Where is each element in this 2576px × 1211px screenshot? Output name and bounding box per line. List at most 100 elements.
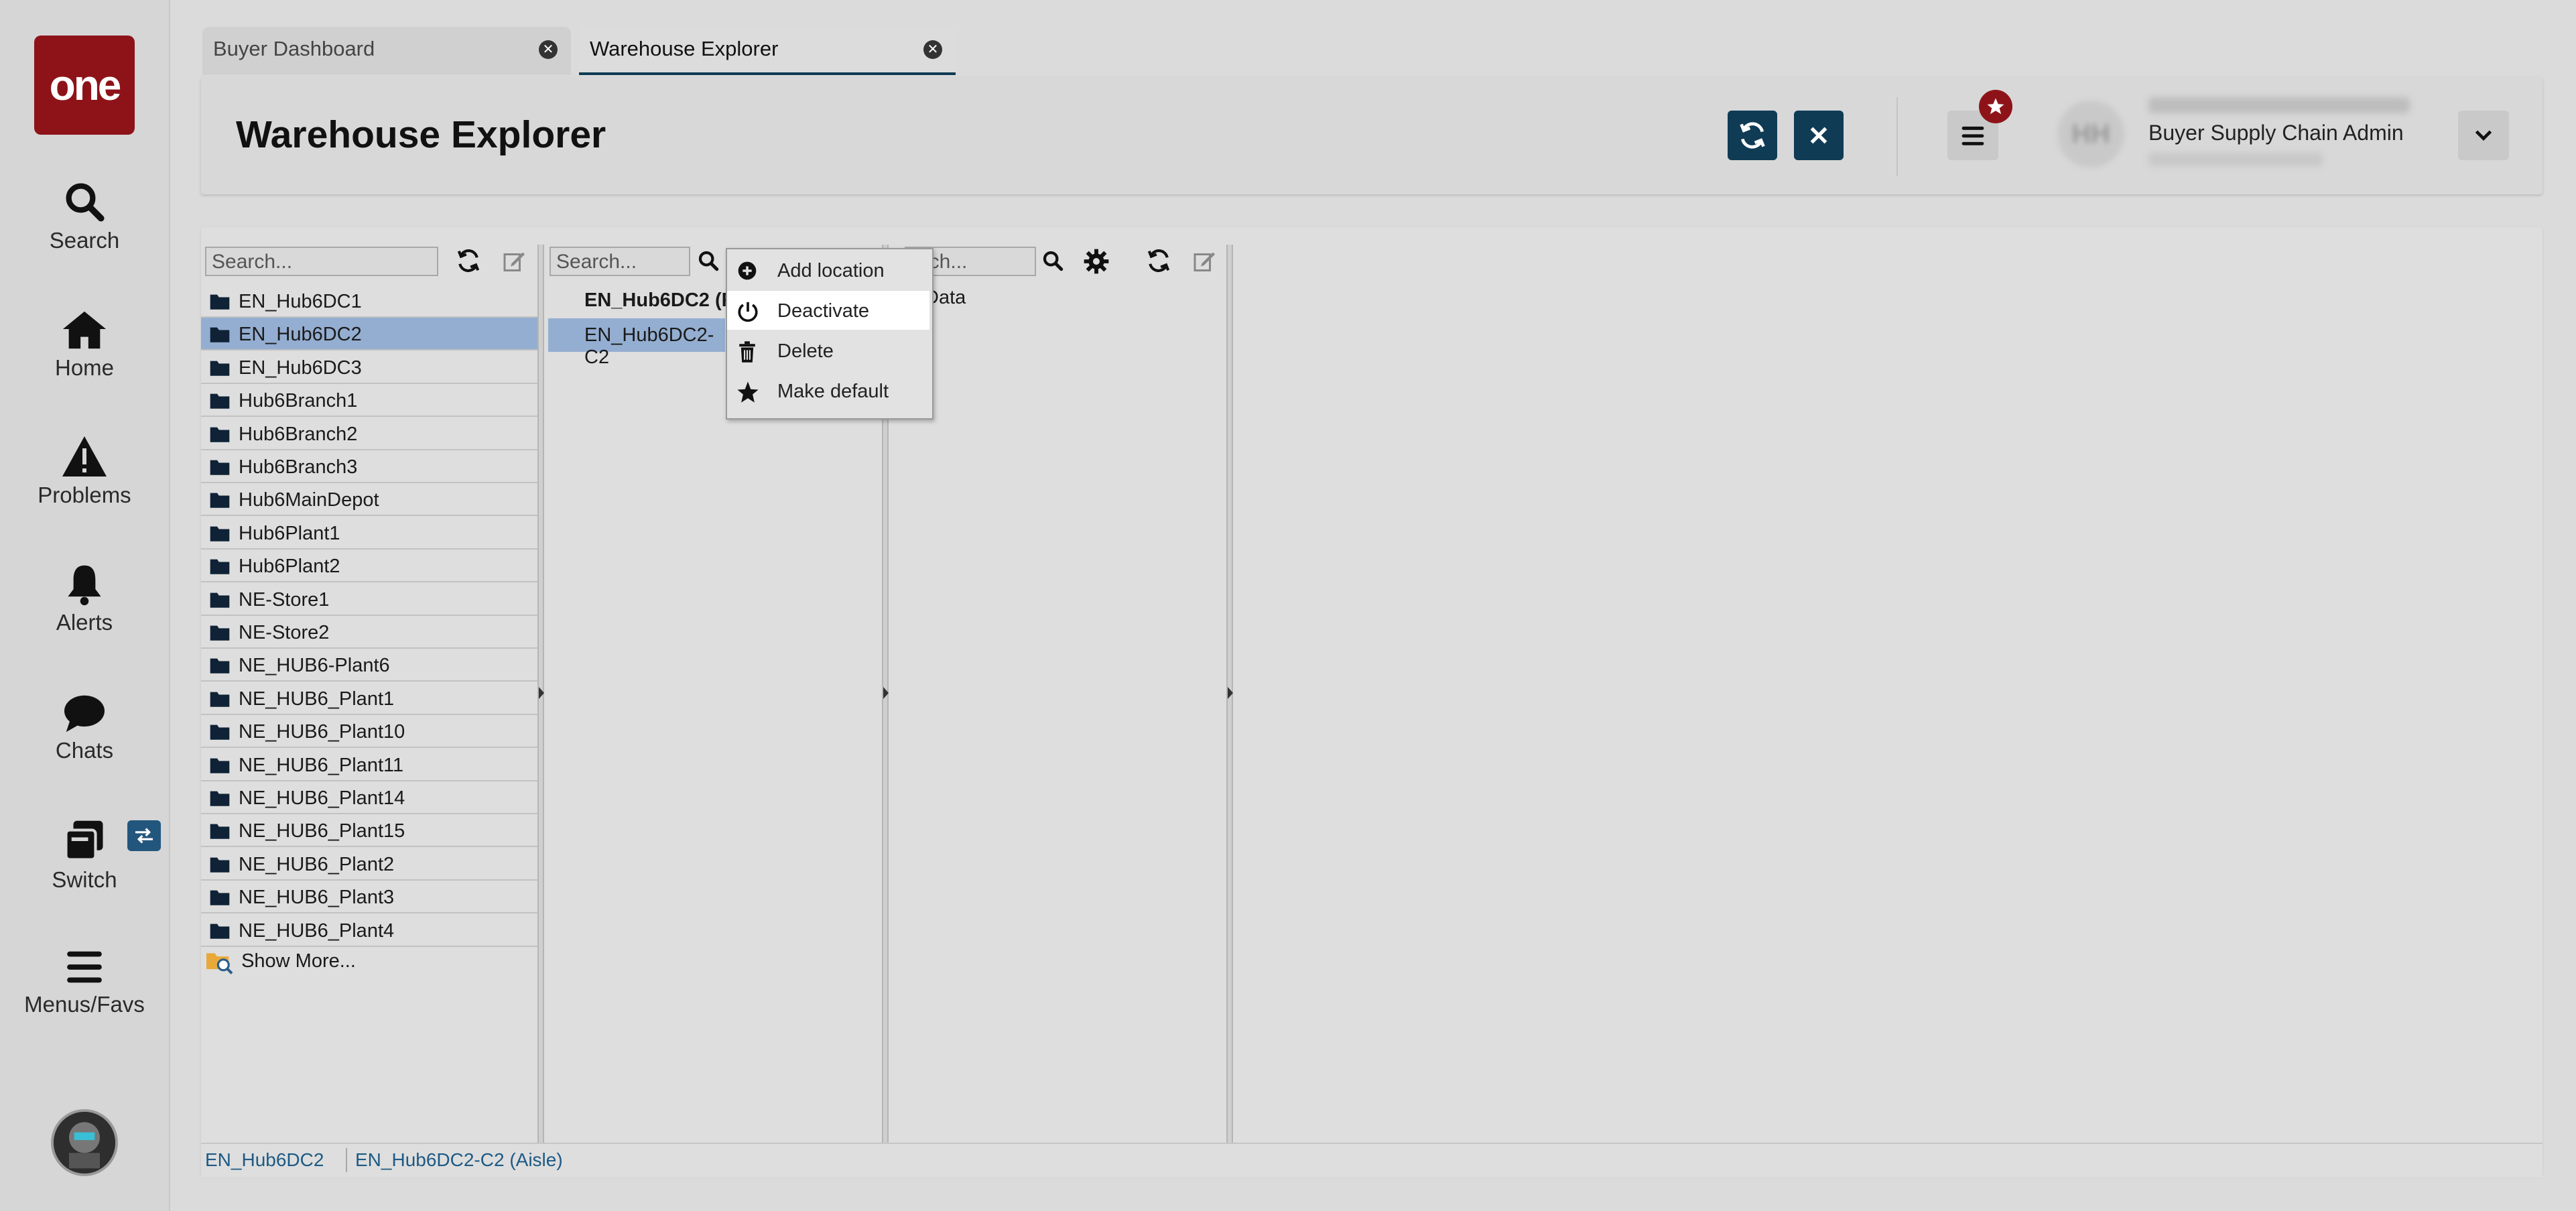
tree-row-label: NE_HUB6_Plant4	[239, 919, 395, 942]
refresh-icon	[457, 249, 480, 272]
tree-row[interactable]: EN_Hub6DC2	[201, 318, 537, 351]
tree-row-label: NE-Store2	[239, 622, 330, 643]
tree-row-label: Hub6MainDepot	[239, 489, 379, 511]
list-menu-icon	[1961, 126, 1984, 145]
breadcrumb-location[interactable]: EN_Hub6DC2	[205, 1149, 324, 1171]
close-tab-icon[interactable]: ✕	[539, 40, 558, 59]
search-icon	[1043, 251, 1064, 271]
tree-row[interactable]: NE_HUB6-Plant6	[201, 649, 537, 682]
tree-row[interactable]: EN_Hub6DC3	[201, 351, 537, 384]
col3-edit-button[interactable]	[1193, 249, 1217, 277]
gear-icon	[1084, 249, 1109, 274]
trash-icon	[739, 341, 755, 363]
nav-alerts[interactable]: Alerts	[0, 562, 169, 635]
app-logo[interactable]: one	[34, 36, 135, 135]
folder-icon	[210, 923, 230, 939]
search-icon	[698, 251, 719, 271]
nav-search[interactable]: Search	[0, 180, 169, 253]
tree-row-label: EN_Hub6DC1	[239, 291, 362, 312]
menu-item-label: Make default	[777, 381, 889, 402]
tree-row-label: NE_HUB6_Plant11	[239, 754, 404, 776]
chevron-down-icon	[2475, 130, 2492, 141]
tree-row[interactable]: NE_HUB6_Plant4	[201, 914, 537, 947]
tree-row[interactable]: NE_HUB6_Plant2	[201, 848, 537, 881]
user-avatar[interactable]	[51, 1109, 118, 1176]
col2-search-button[interactable]	[697, 249, 720, 275]
folder-icon	[210, 559, 230, 574]
close-button[interactable]	[1794, 111, 1844, 160]
tree-row[interactable]: Hub6Branch2	[201, 418, 537, 450]
user-initials-avatar: HH	[2057, 101, 2124, 168]
breadcrumb-divider	[346, 1148, 347, 1172]
header-divider	[1896, 97, 1898, 176]
tree-row[interactable]: Hub6Branch3	[201, 450, 537, 483]
user-dropdown-button[interactable]	[2458, 111, 2509, 160]
splitter-arrow-icon[interactable]	[883, 687, 889, 699]
menu-item-label: Deactivate	[777, 300, 870, 322]
tree-row-label: NE-Store1	[239, 588, 330, 611]
tree-row[interactable]: EN_Hub6DC1	[201, 285, 537, 318]
col2-header-item[interactable]: EN_Hub6DC2 (F	[584, 290, 733, 312]
robot-avatar-icon	[54, 1112, 115, 1173]
breadcrumb-aisle[interactable]: EN_Hub6DC2-C2 (Aisle)	[355, 1149, 563, 1171]
splitter-arrow-icon[interactable]	[539, 687, 544, 699]
tree-row[interactable]: Hub6Plant2	[201, 550, 537, 583]
tree-row[interactable]: NE_HUB6_Plant11	[201, 749, 537, 781]
folder-icon	[210, 625, 230, 641]
nav-switch-label: Switch	[52, 867, 117, 892]
nav-home[interactable]: Home	[0, 307, 169, 381]
menu-item-deactivate[interactable]: Deactivate	[727, 291, 929, 330]
folder-icon	[210, 592, 230, 608]
col3-settings-button[interactable]	[1083, 248, 1110, 278]
splitter-arrow-icon[interactable]	[1228, 687, 1233, 699]
folder-icon	[210, 460, 230, 475]
tree-row-label: Hub6Plant1	[239, 522, 340, 544]
tree-row[interactable]: NE-Store2	[201, 616, 537, 649]
close-icon	[1810, 127, 1827, 144]
tree-row-label: NE_HUB6_Plant1	[239, 688, 395, 710]
col3-refresh-button[interactable]	[1146, 248, 1171, 277]
tree-row[interactable]: Hub6Plant1	[201, 517, 537, 550]
tree-row[interactable]: Hub6Branch1	[201, 384, 537, 418]
tab-buyer-dashboard[interactable]: Buyer Dashboard ✕	[202, 27, 571, 75]
menu-item-make-default[interactable]: Make default	[727, 371, 929, 410]
nav-chats[interactable]: Chats	[0, 694, 169, 763]
col2-search-input[interactable]: Search...	[550, 247, 690, 276]
tree-row[interactable]: NE_HUB6_Plant3	[201, 881, 537, 914]
nav-problems[interactable]: Problems	[0, 434, 169, 508]
tree-row-label: NE_HUB6_Plant3	[239, 887, 395, 909]
col1-search-input[interactable]: Search...	[205, 247, 438, 276]
menu-item-add-location[interactable]: Add location	[727, 251, 929, 290]
show-more-label: Show More...	[241, 950, 356, 972]
tree-row[interactable]: NE_HUB6_Plant15	[201, 814, 537, 848]
col1-refresh-button[interactable]	[456, 248, 481, 277]
tree-row[interactable]: Hub6MainDepot	[201, 483, 537, 517]
nav-menus-favs[interactable]: Menus/Favs	[0, 946, 169, 1017]
tree-row[interactable]: NE_HUB6_Plant14	[201, 781, 537, 814]
menu-item-delete[interactable]: Delete	[727, 331, 929, 370]
col1-edit-button[interactable]	[503, 249, 527, 277]
edit-icon	[1194, 252, 1215, 271]
tree-row[interactable]: NE-Store1	[201, 583, 537, 616]
refresh-icon	[1147, 249, 1170, 272]
star-icon	[737, 381, 759, 403]
close-tab-icon[interactable]: ✕	[923, 40, 942, 59]
tree-row-label: EN_Hub6DC2	[239, 324, 362, 346]
folder-icon	[210, 526, 230, 541]
col2-selected-row[interactable]: EN_Hub6DC2-C2	[548, 318, 725, 368]
context-menu: Add location Deactivate Delete Make defa…	[726, 248, 933, 420]
folder-icon	[210, 692, 230, 707]
refresh-button[interactable]	[1728, 111, 1777, 160]
swap-badge[interactable]	[127, 820, 161, 851]
tree-row[interactable]: NE_HUB6_Plant10	[201, 715, 537, 749]
tree-row[interactable]: NE_HUB6_Plant1	[201, 682, 537, 715]
show-more-link[interactable]: Show More...	[205, 949, 356, 974]
folder-icon	[210, 393, 230, 409]
home-icon	[62, 311, 107, 349]
switch-icon	[64, 820, 103, 861]
folder-icon	[210, 327, 230, 343]
tree-row-label: Hub6Branch3	[239, 456, 358, 478]
tab-warehouse-explorer[interactable]: Warehouse Explorer ✕	[579, 27, 956, 75]
col3-search-button[interactable]	[1041, 249, 1064, 275]
power-icon	[738, 302, 758, 322]
